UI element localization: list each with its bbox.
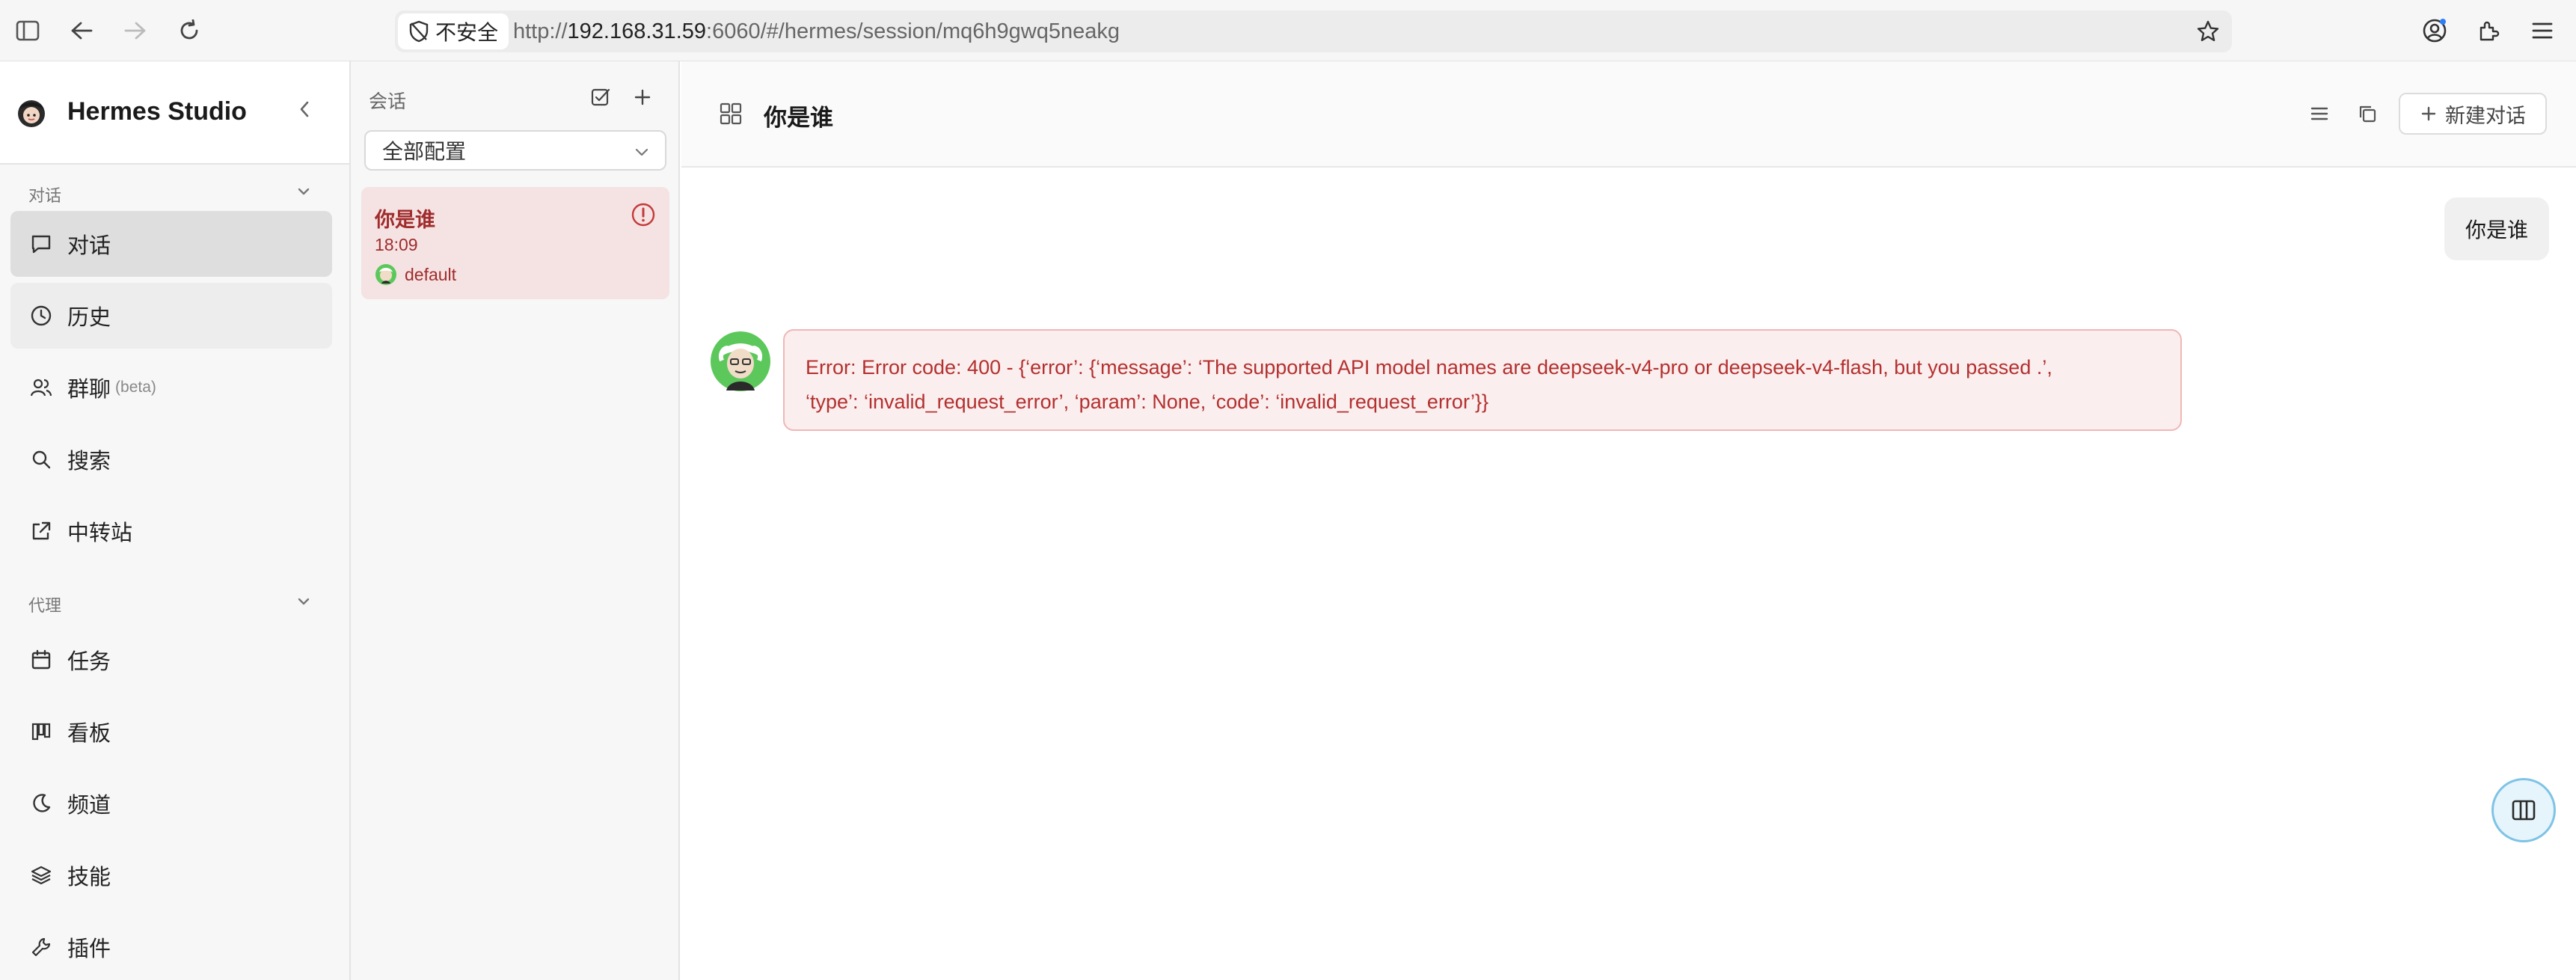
browser-toolbar: 不安全 http://192.168.31.59:6060/#/hermes/s… [0, 0, 2576, 61]
back-icon[interactable] [64, 13, 99, 48]
reload-icon[interactable] [172, 13, 206, 48]
section-label-chat[interactable]: 对话 [28, 183, 61, 206]
account-icon[interactable] [2417, 13, 2452, 48]
nav-item-history[interactable]: 历史 [10, 283, 332, 349]
new-chat-button[interactable]: 新建对话 [2399, 93, 2547, 135]
url-text[interactable]: http://192.168.31.59:6060/#/hermes/sessi… [513, 19, 1120, 44]
wrench-icon [31, 937, 51, 957]
nav-label: 频道 [67, 794, 111, 818]
forward-icon[interactable] [118, 13, 153, 48]
session-panel: 会话 全部配置 你是谁 18:09 default [351, 61, 680, 980]
chat-main: 你是谁 新建对话 你是谁 Error: Error code: 400 - {‘… [681, 61, 2576, 980]
session-list-title: 会话 [369, 91, 407, 112]
sidebar-toggle-icon[interactable] [10, 13, 45, 48]
moon-icon [33, 794, 51, 812]
columns-icon [2512, 800, 2536, 821]
kanban-icon [31, 723, 51, 741]
insecure-label: 不安全 [435, 21, 499, 44]
copy-icon[interactable] [2354, 100, 2381, 127]
nav-item-kanban[interactable]: 看板 [10, 699, 332, 765]
profile-filter-select[interactable]: 全部配置 [364, 130, 666, 171]
users-icon [30, 379, 52, 396]
session-title: 你是谁 [375, 209, 435, 231]
app-title: Hermes Studio [67, 97, 247, 126]
chat-title: 你是谁 [764, 105, 833, 131]
bookmark-star-icon[interactable] [2193, 16, 2223, 46]
chat-header: 你是谁 新建对话 [681, 61, 2576, 168]
url-prefix: http:// [513, 19, 568, 43]
collapse-sidebar-button[interactable] [292, 94, 317, 124]
nav-label: 插件 [67, 937, 111, 961]
nav-item-chat[interactable]: 对话 [10, 211, 332, 277]
nav-label: 对话 [67, 234, 111, 258]
beta-badge: (beta) [115, 379, 156, 396]
insecure-badge[interactable]: 不安全 [398, 13, 509, 49]
extensions-icon[interactable] [2471, 13, 2506, 48]
edit-check-icon [591, 88, 610, 106]
chevron-down-icon[interactable] [295, 592, 313, 610]
app-sidebar: Hermes Studio 对话 对话 历史 群聊 (beta) 搜索 中转站 … [0, 61, 351, 980]
search-icon [32, 450, 51, 469]
nav-label: 中转站 [67, 521, 133, 545]
error-message: Error: Error code: 400 - {‘error’: {‘mes… [783, 329, 2182, 431]
url-host: 192.168.31.59 [567, 19, 707, 43]
add-session-button[interactable] [628, 82, 657, 112]
agent-avatar [375, 264, 396, 285]
nav-item-tasks[interactable]: 任务 [10, 627, 332, 693]
user-message: 你是谁 [2444, 197, 2550, 260]
nav-item-skills[interactable]: 技能 [10, 842, 332, 908]
address-bar[interactable]: 不安全 http://192.168.31.59:6060/#/hermes/s… [395, 10, 2232, 52]
chevron-down-icon [635, 148, 648, 156]
plus-icon [634, 89, 651, 105]
hermes-logo-icon [18, 100, 45, 127]
error-line: Error: Error code: 400 - {‘error’: {‘mes… [806, 356, 2052, 379]
calendar-icon [31, 649, 51, 670]
error-alert-icon [631, 203, 655, 227]
new-chat-label: 新建对话 [2445, 104, 2526, 127]
nav-item-plugins[interactable]: 插件 [10, 914, 332, 980]
layers-icon [31, 866, 52, 885]
error-line: ‘type’: ‘invalid_request_error’, ‘param’… [806, 391, 1488, 413]
url-path: :6060/#/hermes/session/mq6h9gwq5neakg [706, 19, 1120, 43]
plus-icon [2421, 106, 2436, 121]
nav-label: 技能 [67, 866, 111, 889]
session-agent: default [375, 263, 456, 286]
session-item[interactable]: 你是谁 18:09 default [361, 187, 669, 299]
assistant-avatar [711, 331, 770, 391]
brand-header: Hermes Studio [0, 61, 349, 165]
chevron-left-icon [300, 101, 309, 117]
agent-name: default [405, 264, 457, 284]
grid-icon[interactable] [717, 100, 744, 127]
filter-value: 全部配置 [382, 140, 467, 163]
panel-toggle-button[interactable] [2491, 778, 2556, 842]
external-link-icon [32, 521, 51, 540]
section-label-agent[interactable]: 代理 [28, 592, 61, 616]
nav-label: 看板 [67, 722, 111, 746]
nav-label: 群聊 [67, 378, 111, 402]
nav-label: 搜索 [67, 450, 111, 474]
nav-label: 历史 [67, 306, 111, 330]
nav-item-group-chat[interactable]: 群聊 (beta) [10, 355, 332, 420]
shield-slash-icon [409, 20, 429, 43]
nav-item-relay[interactable]: 中转站 [10, 498, 332, 564]
session-time: 18:09 [375, 235, 418, 254]
menu-icon[interactable] [2525, 13, 2560, 48]
nav-label: 任务 [67, 650, 111, 674]
nav-item-search[interactable]: 搜索 [10, 426, 332, 492]
chat-bubble-icon [31, 235, 51, 254]
list-icon[interactable] [2306, 100, 2333, 127]
chevron-down-icon[interactable] [295, 183, 313, 200]
batch-select-button[interactable] [586, 82, 616, 112]
nav-item-channels[interactable]: 频道 [10, 771, 332, 836]
clock-icon [31, 305, 52, 326]
